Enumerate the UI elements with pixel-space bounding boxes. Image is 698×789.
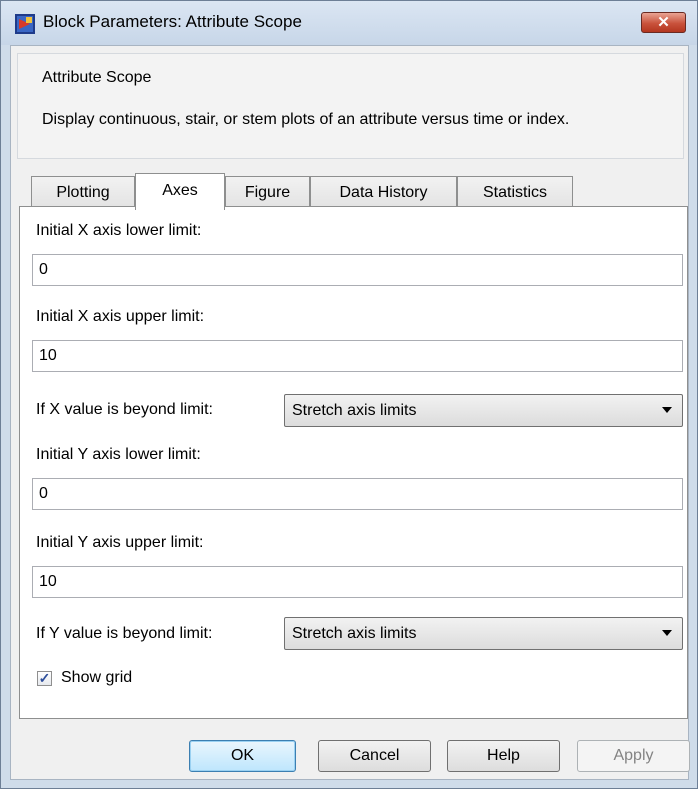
- apply-button[interactable]: Apply: [577, 740, 690, 772]
- y-lower-limit-label: Initial Y axis lower limit:: [36, 446, 201, 463]
- x-beyond-limit-select[interactable]: Stretch axis limits: [284, 394, 683, 427]
- close-icon: ✕: [657, 14, 670, 31]
- block-description: Display continuous, stair, or stem plots…: [42, 111, 570, 128]
- show-grid-label[interactable]: Show grid: [61, 669, 132, 687]
- x-upper-limit-input[interactable]: 10: [32, 340, 683, 372]
- y-beyond-limit-label: If Y value is beyond limit:: [36, 625, 213, 642]
- x-lower-limit-input[interactable]: 0: [32, 254, 683, 286]
- x-beyond-limit-value: Stretch axis limits: [292, 402, 417, 419]
- close-button[interactable]: ✕: [641, 12, 686, 33]
- tab-data-history[interactable]: Data History: [310, 176, 457, 210]
- ok-button[interactable]: OK: [189, 740, 296, 772]
- tab-statistics[interactable]: Statistics: [457, 176, 573, 210]
- tab-axes[interactable]: Axes: [135, 173, 225, 210]
- simulink-block-icon: [15, 14, 35, 34]
- x-beyond-limit-label: If X value is beyond limit:: [36, 401, 213, 418]
- y-upper-limit-input[interactable]: 10: [32, 566, 683, 598]
- tab-figure[interactable]: Figure: [225, 176, 310, 210]
- window-title: Block Parameters: Attribute Scope: [43, 12, 302, 31]
- y-lower-limit-input[interactable]: 0: [32, 478, 683, 510]
- x-lower-limit-label: Initial X axis lower limit:: [36, 222, 202, 239]
- tab-plotting[interactable]: Plotting: [31, 176, 135, 210]
- dialog-window: Block Parameters: Attribute Scope ✕ Attr…: [0, 0, 698, 789]
- chevron-down-icon: [662, 407, 672, 413]
- checkmark-icon: ✓: [38, 670, 51, 686]
- help-button[interactable]: Help: [447, 740, 560, 772]
- title-bar[interactable]: Block Parameters: Attribute Scope ✕: [1, 1, 697, 45]
- block-name-title: Attribute Scope: [42, 69, 152, 86]
- y-upper-limit-label: Initial Y axis upper limit:: [36, 534, 204, 551]
- description-group: Attribute Scope Display continuous, stai…: [17, 53, 684, 159]
- y-beyond-limit-value: Stretch axis limits: [292, 625, 417, 642]
- cancel-button[interactable]: Cancel: [318, 740, 431, 772]
- show-grid-checkbox[interactable]: ✓: [37, 671, 52, 686]
- chevron-down-icon: [662, 630, 672, 636]
- y-beyond-limit-select[interactable]: Stretch axis limits: [284, 617, 683, 650]
- x-upper-limit-label: Initial X axis upper limit:: [36, 308, 205, 325]
